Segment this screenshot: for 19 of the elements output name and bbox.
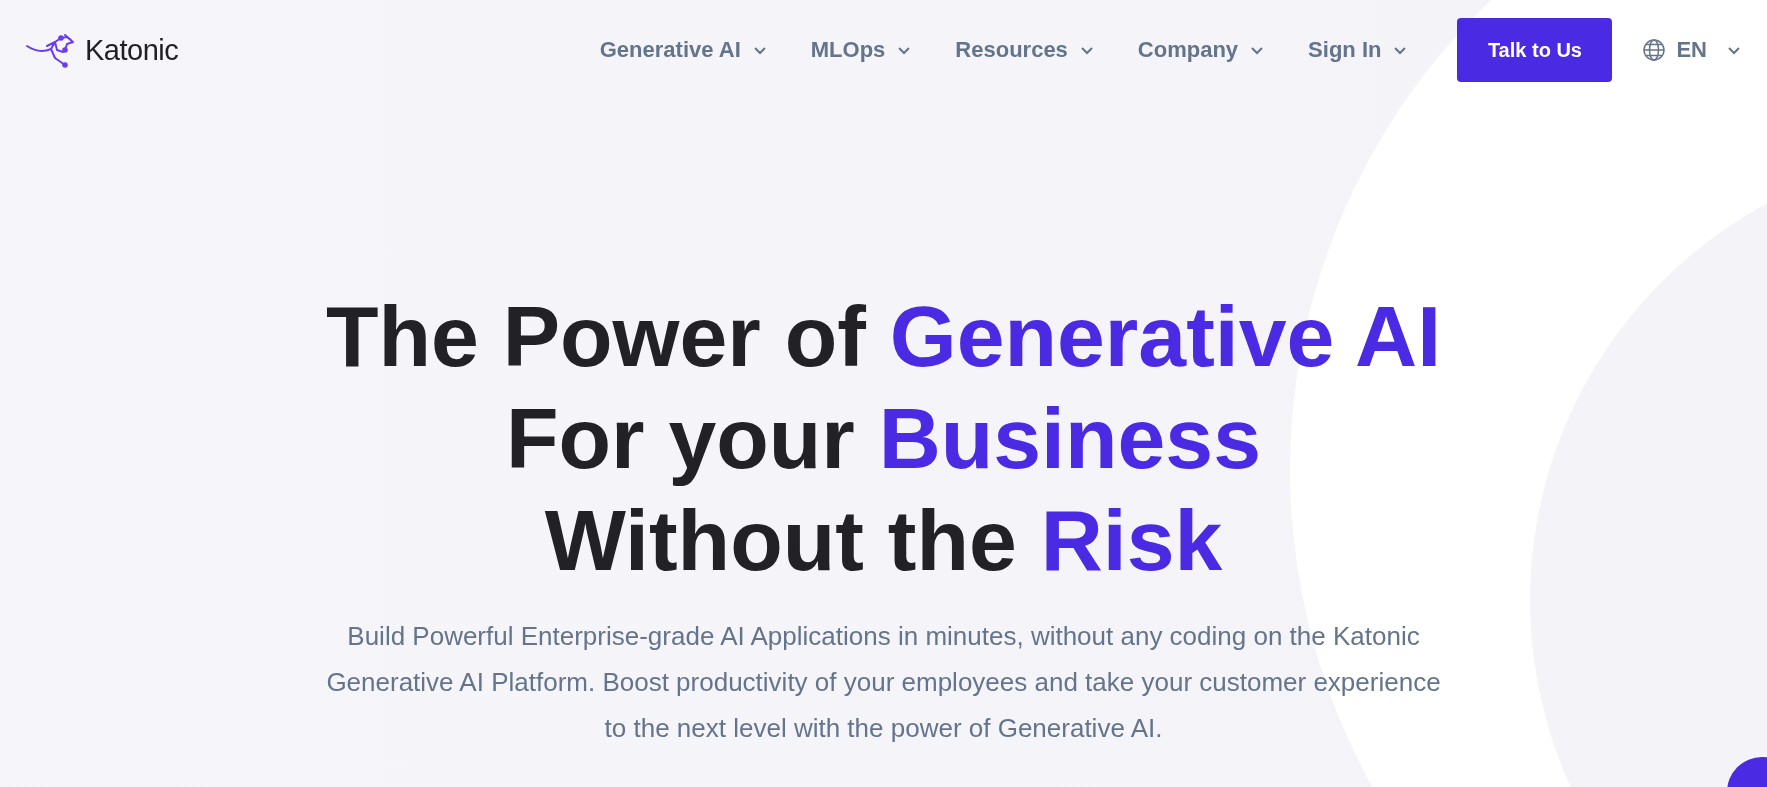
headline-line: Without the Risk	[544, 491, 1223, 590]
nav-menu-item[interactable]: Generative AI	[599, 37, 767, 63]
chevron-down-icon	[897, 45, 912, 55]
chevron-down-icon	[1079, 45, 1094, 55]
nav-menu-item[interactable]: Resources	[955, 37, 1094, 63]
chevron-down-icon	[752, 45, 767, 55]
headline-line: The Power of Generative AI	[325, 287, 1442, 386]
chevron-down-icon	[1727, 45, 1741, 55]
brand-name[interactable]: Katonic	[85, 33, 179, 67]
chevron-down-icon	[1250, 45, 1265, 55]
nav-menu-item[interactable]: MLOps	[810, 37, 912, 63]
headline-line: For your Business	[505, 389, 1262, 488]
globe-icon	[1642, 38, 1667, 62]
talk-to-us-button[interactable]: Talk to Us	[1457, 18, 1613, 82]
nav-menu-item[interactable]: Company	[1137, 37, 1265, 63]
chevron-down-icon	[1393, 45, 1408, 55]
nav-menu-item[interactable]: Sign In	[1308, 37, 1408, 63]
hero-description: Build Powerful Enterprise-grade AI Applications in minutes, without any coding on the Katonic Generative AI Platform. Boost productivity of your employees and take your customer experience to the next level with the power of Generative AI.	[325, 620, 1442, 745]
language-selector[interactable]: EN	[1642, 37, 1741, 63]
